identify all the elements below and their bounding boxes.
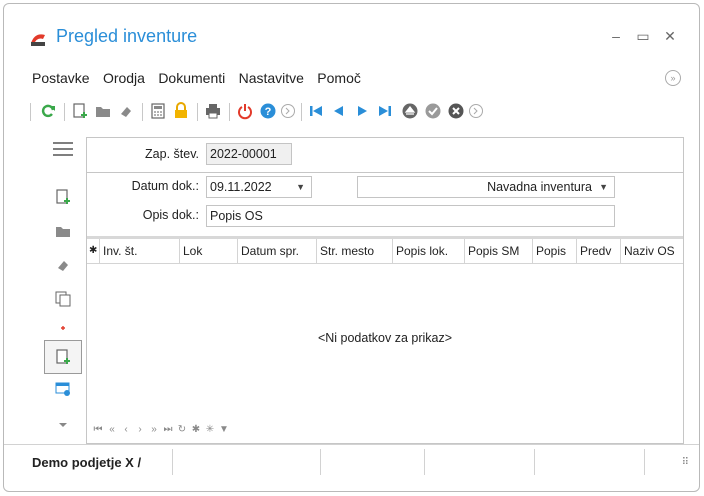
menu-bar: Postavke Orodja Dokumenti Nastavitve Pom…	[32, 70, 371, 90]
nav-prev-page-icon[interactable]: «	[105, 424, 119, 435]
menu-dokumenti[interactable]: Dokumenti	[158, 70, 225, 86]
menu-postavke[interactable]: Postavke	[32, 70, 90, 86]
last-record-icon[interactable]	[375, 101, 395, 121]
status-bar: Demo podjetje X / ⠿	[4, 444, 699, 477]
nav-refresh-icon[interactable]: ↻	[175, 424, 189, 435]
close-button[interactable]: ✕	[661, 28, 679, 45]
col-datum-spr[interactable]: Datum spr.	[238, 239, 317, 263]
nav-edit-icon[interactable]: ✳	[203, 424, 217, 435]
calculator-icon[interactable]	[148, 101, 168, 121]
company-label: Demo podjetje X /	[32, 455, 142, 470]
chevron-down-icon[interactable]: ▼	[296, 177, 305, 197]
expand-icon[interactable]	[278, 101, 298, 121]
nav-insert-icon[interactable]: ✱	[189, 424, 203, 435]
col-naziv-os[interactable]: Naziv OS	[621, 239, 683, 263]
eraser-icon[interactable]	[116, 101, 136, 121]
header-row: Zap. štev. 2022-00001	[87, 138, 683, 173]
help-icon[interactable]: ?	[258, 101, 278, 121]
collapse-icon[interactable]: »	[665, 70, 681, 86]
new-row-star-icon: ✱	[87, 239, 100, 263]
cancel-icon[interactable]	[446, 101, 466, 121]
folder-icon[interactable]	[93, 101, 113, 121]
eraser-icon-side[interactable]	[52, 254, 74, 276]
col-lok[interactable]: Lok	[180, 239, 238, 263]
menu-pomoc[interactable]: Pomoč	[317, 70, 361, 86]
grid-header: ✱ Inv. št. Lok Datum spr. Str. mesto Pop…	[87, 236, 683, 264]
menu-orodja[interactable]: Orodja	[103, 70, 145, 86]
inventory-type-value: Navadna inventura	[487, 180, 592, 194]
col-popis[interactable]: Popis	[533, 239, 577, 263]
main-window: Pregled inventure – ▭ ✕ Postavke Orodja …	[3, 3, 700, 492]
refresh-icon[interactable]	[38, 101, 58, 121]
datum-value: 09.11.2022	[210, 180, 272, 194]
col-popis-lok[interactable]: Popis lok.	[393, 239, 465, 263]
delete-marker-icon[interactable]	[52, 318, 74, 340]
previous-record-icon[interactable]	[329, 101, 349, 121]
nav-first-icon[interactable]: ⏮	[91, 424, 105, 435]
menu-nastavitve[interactable]: Nastavitve	[239, 70, 304, 86]
copy-icon[interactable]	[52, 288, 74, 310]
col-inv-st[interactable]: Inv. št.	[100, 239, 180, 263]
col-predv[interactable]: Predv	[577, 239, 621, 263]
chevron-down-icon[interactable]	[52, 414, 74, 436]
next-record-icon[interactable]	[352, 101, 372, 121]
col-str-mesto[interactable]: Str. mesto	[317, 239, 393, 263]
zap-stev-field: 2022-00001	[206, 143, 292, 165]
window-title: Pregled inventure	[56, 26, 198, 46]
nav-prev-icon[interactable]: ‹	[119, 424, 133, 435]
opis-field[interactable]: Popis OS	[206, 205, 615, 227]
power-icon[interactable]	[235, 101, 255, 121]
nav-last-icon[interactable]: ⏭	[161, 424, 175, 435]
maximize-button[interactable]: ▭	[634, 28, 652, 45]
nav-next-page-icon[interactable]: »	[147, 424, 161, 435]
datum-field[interactable]: 09.11.2022 ▼	[206, 176, 312, 198]
grid-navigator: ⏮ «‹ ›» ⏭ ↻ ✱ ✳ ▼	[91, 424, 231, 438]
confirm-icon[interactable]	[423, 101, 443, 121]
folder-icon-side[interactable]	[52, 220, 74, 242]
hamburger-menu-icon[interactable]	[52, 138, 74, 160]
table-settings-icon[interactable]	[52, 378, 74, 400]
svg-text:?: ?	[265, 106, 272, 118]
title-bar: Pregled inventure – ▭ ✕	[4, 4, 699, 64]
minimize-button[interactable]: –	[607, 28, 625, 44]
toolbar: ?	[30, 101, 650, 123]
chevron-down-icon[interactable]: ▼	[599, 177, 608, 197]
inventory-type-select[interactable]: Navadna inventura ▼	[357, 176, 615, 198]
print-icon[interactable]	[203, 101, 223, 121]
new-document-icon-side[interactable]	[52, 186, 74, 208]
expand-icon-2[interactable]	[466, 101, 486, 121]
nav-next-icon[interactable]: ›	[133, 424, 147, 435]
new-document-icon[interactable]	[70, 101, 90, 121]
resize-grip-icon[interactable]: ⠿	[682, 457, 689, 468]
document-form: Zap. štev. 2022-00001 Datum dok.: 09.11.…	[86, 137, 684, 444]
app-logo-icon	[31, 34, 45, 46]
add-row-button[interactable]	[44, 340, 82, 374]
datum-label: Datum dok.:	[131, 179, 199, 193]
empty-grid-message: <Ni podatkov za prikaz>	[317, 331, 453, 345]
zap-stev-label: Zap. štev.	[145, 147, 199, 161]
eject-icon[interactable]	[400, 101, 420, 121]
lock-icon[interactable]	[171, 101, 191, 121]
col-popis-sm[interactable]: Popis SM	[465, 239, 533, 263]
nav-filter-icon[interactable]: ▼	[217, 424, 231, 435]
first-record-icon[interactable]	[306, 101, 326, 121]
opis-label: Opis dok.:	[142, 208, 199, 222]
side-toolbar	[44, 136, 84, 436]
